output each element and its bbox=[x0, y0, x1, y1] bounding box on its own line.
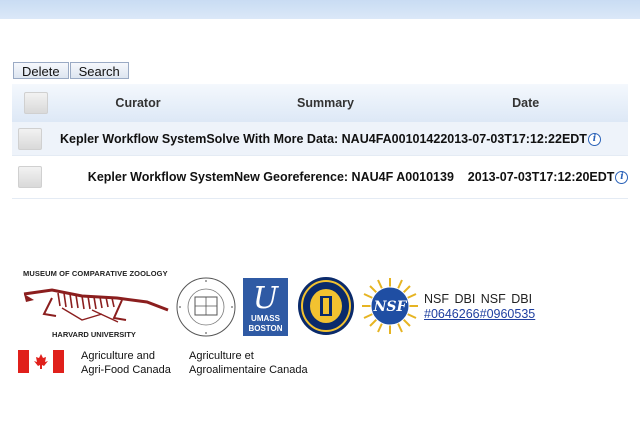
agri-fr-line-1: Agriculture et bbox=[189, 350, 254, 362]
fossil-skeleton-logo bbox=[23, 288, 169, 323]
nsf-grant-link-2[interactable]: #0960535 bbox=[480, 307, 536, 321]
row-text: Kepler Workflow SystemNew Georeference: … bbox=[87, 170, 615, 184]
nsf-logo: NSF bbox=[362, 278, 418, 334]
column-header-summary[interactable]: Summary bbox=[228, 84, 423, 122]
row-checkbox[interactable] bbox=[18, 127, 42, 150]
umass-text-line-2: BOSTON bbox=[248, 324, 283, 333]
select-all-checkbox[interactable] bbox=[24, 92, 48, 114]
university-seal-logo bbox=[298, 277, 354, 335]
mcz-logo-title: MUSEUM OF COMPARATIVE ZOOLOGY bbox=[23, 269, 168, 278]
table-row[interactable]: Kepler Workflow SystemSolve With More Da… bbox=[12, 122, 629, 156]
agri-en-line-1: Agriculture and bbox=[81, 350, 155, 362]
info-icon[interactable]: i bbox=[615, 171, 629, 184]
umass-boston-logo: U UMASS BOSTON bbox=[243, 278, 288, 336]
umass-text-line-1: UMASS bbox=[251, 314, 280, 323]
delete-button[interactable]: Delete bbox=[13, 62, 69, 79]
select-all-header bbox=[12, 84, 48, 122]
column-header-date[interactable]: Date bbox=[423, 84, 629, 122]
nsf-logo-lettering: NSF bbox=[373, 299, 408, 315]
table-header-row: Curator Summary Date bbox=[12, 84, 629, 122]
nsf-grant-link-1[interactable]: #0646266 bbox=[424, 307, 480, 321]
nsf-grant-label: NSF DBI NSF DBI bbox=[424, 292, 533, 306]
row-text: Kepler Workflow SystemSolve With More Da… bbox=[60, 131, 587, 146]
row-checkbox[interactable] bbox=[18, 166, 42, 188]
canada-flag-icon bbox=[18, 350, 64, 373]
table-row[interactable]: Kepler Workflow SystemNew Georeference: … bbox=[12, 155, 629, 199]
agri-en-line-2: Agri-Food Canada bbox=[81, 364, 171, 376]
nsf-grant-links: #0646266#0960535 bbox=[424, 307, 535, 321]
records-table: Curator Summary Date Kepler Workflow Sys… bbox=[12, 84, 629, 199]
mcz-logo-subtitle: HARVARD UNIVERSITY bbox=[52, 330, 136, 339]
harvard-herbaria-seal bbox=[176, 277, 236, 337]
umass-u-mark: U bbox=[252, 281, 279, 316]
top-header-band bbox=[0, 0, 640, 19]
info-icon[interactable]: i bbox=[587, 132, 601, 146]
column-header-curator[interactable]: Curator bbox=[48, 84, 228, 122]
action-toolbar: Delete Search bbox=[13, 62, 130, 79]
search-button[interactable]: Search bbox=[69, 62, 129, 79]
agri-fr-line-2: Agroalimentaire Canada bbox=[189, 364, 308, 376]
agri-food-canada-french: Agriculture et Agroalimentaire Canada bbox=[189, 349, 308, 377]
agri-food-canada-english: Agriculture and Agri-Food Canada bbox=[81, 349, 171, 377]
